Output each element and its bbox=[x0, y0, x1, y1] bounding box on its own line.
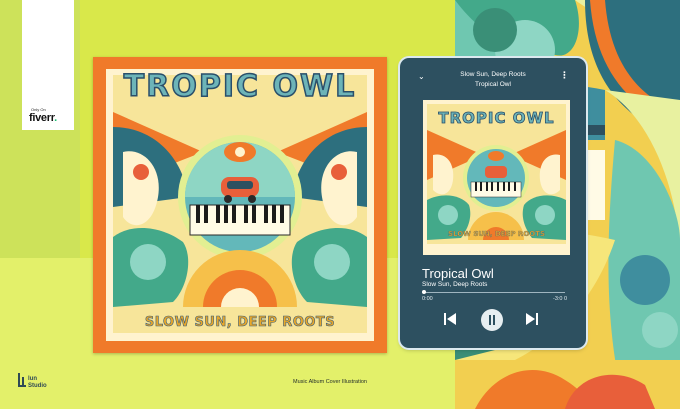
fiverr-badge: Only On fiverr. bbox=[22, 0, 74, 130]
fiverr-logo: fiverr. bbox=[29, 112, 57, 124]
player-header-artist: Tropical Owl bbox=[475, 81, 511, 88]
album-subtitle: SLOW SUN, DEEP ROOTS bbox=[144, 315, 336, 331]
song-title: Tropical Owl bbox=[422, 266, 494, 281]
pause-icon bbox=[489, 315, 495, 325]
studio-name: lun bbox=[28, 376, 37, 382]
more-vertical-icon[interactable]: ⋮ bbox=[560, 70, 569, 81]
lun-logo-icon bbox=[18, 373, 26, 387]
studio-logo: lun Studio bbox=[17, 373, 47, 394]
player-header: Slow Sun, Deep Roots Tropical Owl bbox=[400, 71, 586, 88]
music-player-mockup: ⌄ Slow Sun, Deep Roots Tropical Owl ⋮ TR… bbox=[400, 58, 586, 348]
progress-knob[interactable] bbox=[422, 290, 426, 294]
player-art-subtitle: SLOW SUN, DEEP ROOTS bbox=[447, 230, 546, 238]
progress-track[interactable] bbox=[422, 292, 565, 293]
pause-button[interactable] bbox=[481, 309, 503, 331]
time-elapsed: 0:00 bbox=[422, 296, 433, 302]
album-title: TROPIC OWL bbox=[123, 69, 357, 104]
caption-text: Music Album Cover Illustration bbox=[293, 379, 367, 385]
studio-suffix: Studio bbox=[28, 383, 47, 389]
player-header-album: Slow Sun, Deep Roots bbox=[460, 71, 526, 78]
album-cover: TROPIC OWL SLOW SUN, DEEP ROOTS bbox=[93, 57, 387, 353]
song-artist: Slow Sun, Deep Roots bbox=[422, 281, 488, 288]
skip-next-icon[interactable] bbox=[526, 312, 538, 326]
fiverr-wordmark: fiverr bbox=[29, 112, 55, 124]
fiverr-dot: . bbox=[54, 112, 57, 124]
player-art-title: TROPIC OWL bbox=[438, 109, 555, 128]
time-remaining: -3:0 0 bbox=[553, 296, 568, 302]
skip-previous-icon[interactable] bbox=[444, 312, 456, 326]
